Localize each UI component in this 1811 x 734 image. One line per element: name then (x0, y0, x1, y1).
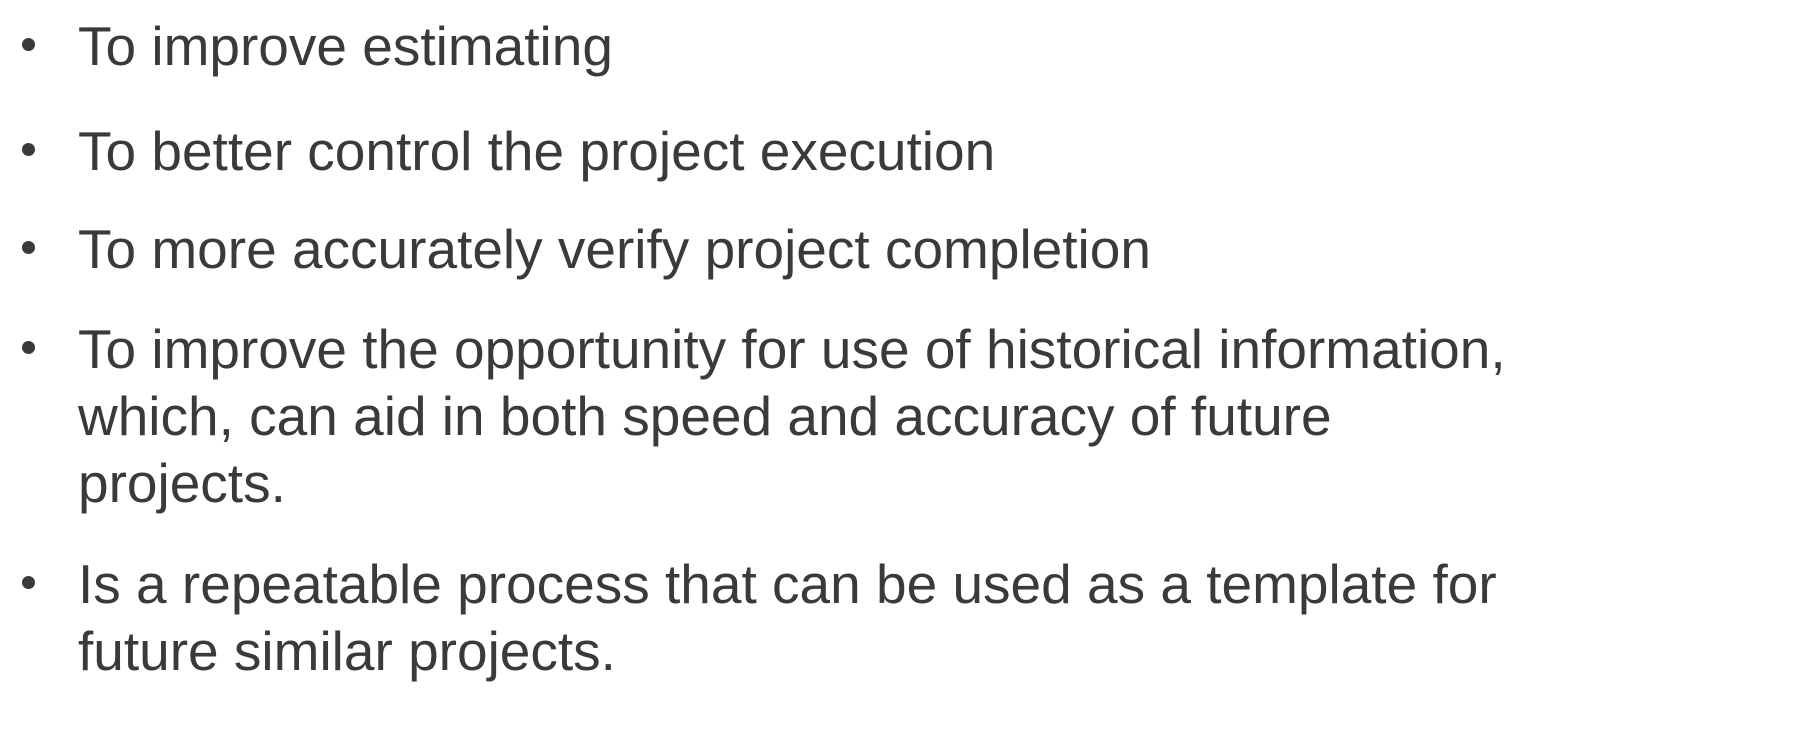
bullet-dot-icon (22, 143, 35, 156)
bullet-text: Is a repeatable process that can be used… (78, 553, 1497, 682)
bullet-text: To better control the project execution (78, 120, 996, 182)
bullet-dot-icon (22, 38, 35, 51)
bullet-text: To improve the opportunity for use of hi… (78, 318, 1506, 514)
bullet-dot-icon (22, 576, 35, 589)
bullet-dot-icon (22, 341, 35, 354)
bullet-dot-icon (22, 241, 35, 254)
bullet-text: To improve estimating (78, 15, 613, 77)
bullet-text: To more accurately verify project comple… (78, 218, 1151, 280)
